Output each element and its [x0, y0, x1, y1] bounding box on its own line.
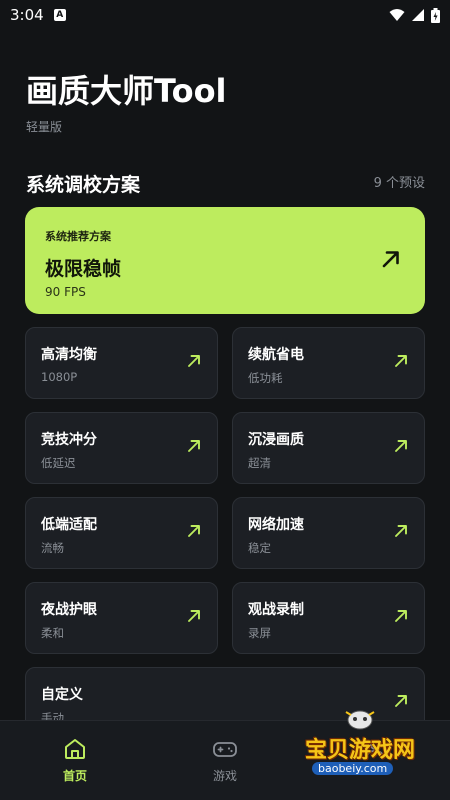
profile-icon — [366, 740, 384, 759]
preset-sub: 1080P — [41, 370, 78, 384]
app-subtitle: 轻量版 — [26, 120, 63, 134]
arrow-up-right-icon — [395, 610, 407, 622]
arrow-up-right-icon — [188, 440, 200, 452]
cellular-icon — [412, 9, 424, 21]
preset-sub: 柔和 — [41, 626, 64, 640]
arrow-up-right-icon — [188, 610, 200, 622]
featured-preset-card[interactable]: 系统推荐方案 极限稳帧 90 FPS — [25, 207, 425, 314]
preset-title: 自定义 — [41, 687, 83, 703]
preset-sub: 低功耗 — [248, 371, 283, 385]
preset-card-competitive[interactable]: 竞技冲分 低延迟 — [25, 412, 218, 484]
preset-count: 9 个预设 — [373, 176, 425, 191]
arrow-up-right-icon — [188, 525, 200, 537]
preset-card-low-end[interactable]: 低端适配 流畅 — [25, 497, 218, 569]
preset-title: 低端适配 — [41, 517, 97, 533]
gamepad-icon — [213, 742, 237, 757]
battery-icon — [431, 7, 440, 23]
preset-title: 观战录制 — [248, 602, 304, 618]
wifi-icon — [389, 9, 405, 21]
nav-item-home[interactable]: 首页 — [0, 721, 150, 800]
preset-title: 高清均衡 — [41, 347, 97, 363]
section-title: 系统调校方案 — [26, 174, 141, 196]
arrow-up-right-icon — [395, 695, 407, 707]
arrow-up-right-icon — [395, 525, 407, 537]
preset-card-battery-saver[interactable]: 续航省电 低功耗 — [232, 327, 425, 399]
preset-sub: 录屏 — [248, 626, 271, 640]
arrow-up-right-icon — [395, 440, 407, 452]
bottom-nav: 首页 游戏 — [0, 720, 450, 800]
preset-sub: 稳定 — [248, 541, 271, 555]
preset-card-immersive[interactable]: 沉浸画质 超清 — [232, 412, 425, 484]
nav-item-games[interactable]: 游戏 — [150, 721, 300, 800]
preset-sub: 超清 — [248, 456, 271, 470]
featured-name: 极限稳帧 — [45, 258, 122, 280]
status-time: 3:04 — [10, 6, 44, 24]
home-icon — [65, 739, 85, 759]
preset-title: 竞技冲分 — [41, 432, 97, 448]
a-badge-icon: A — [53, 9, 66, 21]
preset-title: 沉浸画质 — [248, 432, 304, 448]
status-bar: 3:04 A — [0, 0, 450, 30]
preset-card-night-eye-care[interactable]: 夜战护眼 柔和 — [25, 582, 218, 654]
preset-title: 网络加速 — [248, 517, 304, 533]
nav-label-games: 游戏 — [212, 769, 237, 783]
app-title: 画质大师Tool — [26, 72, 227, 110]
arrow-up-right-icon — [188, 355, 200, 367]
nav-label-home: 首页 — [62, 769, 87, 783]
featured-fps: 90 FPS — [45, 285, 86, 299]
preset-title: 续航省电 — [248, 347, 304, 363]
preset-card-network-boost[interactable]: 网络加速 稳定 — [232, 497, 425, 569]
preset-card-spectate-record[interactable]: 观战录制 录屏 — [232, 582, 425, 654]
preset-sub: 流畅 — [41, 541, 64, 555]
preset-title: 夜战护眼 — [41, 602, 97, 618]
arrow-up-right-icon — [395, 355, 407, 367]
nav-item-profile[interactable] — [300, 721, 450, 800]
featured-tag: 系统推荐方案 — [45, 230, 111, 243]
status-icons — [389, 7, 440, 23]
preset-sub: 低延迟 — [41, 456, 76, 470]
preset-card-hd-balanced[interactable]: 高清均衡 1080P — [25, 327, 218, 399]
arrow-up-right-icon — [382, 251, 399, 268]
